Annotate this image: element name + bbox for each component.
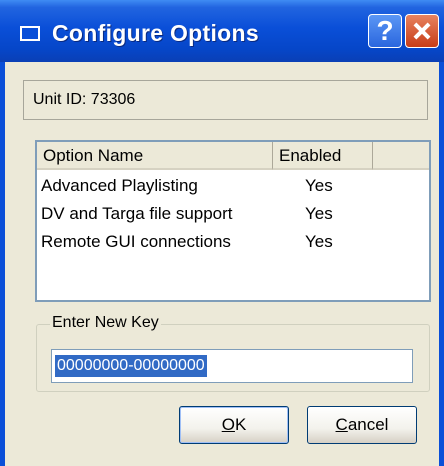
option-enabled: Yes <box>305 204 333 223</box>
list-item[interactable]: Advanced Playlisting Yes <box>37 172 429 199</box>
list-item[interactable]: DV and Targa file support Yes <box>37 200 429 227</box>
cancel-accelerator: C <box>335 415 348 434</box>
ok-label-rest: K <box>234 415 247 434</box>
close-button[interactable] <box>405 14 439 48</box>
unit-id-label: Unit ID: 73306 <box>33 91 136 108</box>
configure-options-dialog: Configure Options ? Unit ID: 73306 Optio… <box>0 0 444 466</box>
option-enabled: Yes <box>305 176 333 195</box>
ok-button[interactable]: OK <box>179 406 289 444</box>
column-header-enabled[interactable]: Enabled <box>273 142 373 170</box>
window-frame-right <box>439 62 444 466</box>
help-button[interactable]: ? <box>368 14 402 48</box>
list-item[interactable]: Remote GUI connections Yes <box>37 228 429 255</box>
unit-id-box: Unit ID: 73306 <box>23 80 428 120</box>
column-header-option-name[interactable]: Option Name <box>37 142 273 170</box>
window-title: Configure Options <box>52 20 259 46</box>
option-enabled: Yes <box>305 232 333 251</box>
window-frame-left <box>0 62 5 466</box>
key-input[interactable]: 00000000-00000000 <box>51 349 413 383</box>
option-name: Remote GUI connections <box>41 232 231 251</box>
cancel-button[interactable]: Cancel <box>307 406 417 444</box>
column-header-filler <box>373 142 429 170</box>
cancel-label-rest: ancel <box>347 415 389 434</box>
new-key-group: Enter New Key 00000000-00000000 <box>36 314 430 392</box>
key-input-value: 00000000-00000000 <box>55 355 207 377</box>
options-list[interactable]: Option Name Enabled Advanced Playlisting… <box>35 140 431 302</box>
new-key-label: Enter New Key <box>50 314 161 332</box>
option-name: DV and Targa file support <box>41 204 233 223</box>
ok-accelerator: O <box>221 415 235 434</box>
option-name: Advanced Playlisting <box>41 176 198 195</box>
title-bar[interactable]: Configure Options ? <box>0 0 444 62</box>
window-icon <box>20 26 40 41</box>
